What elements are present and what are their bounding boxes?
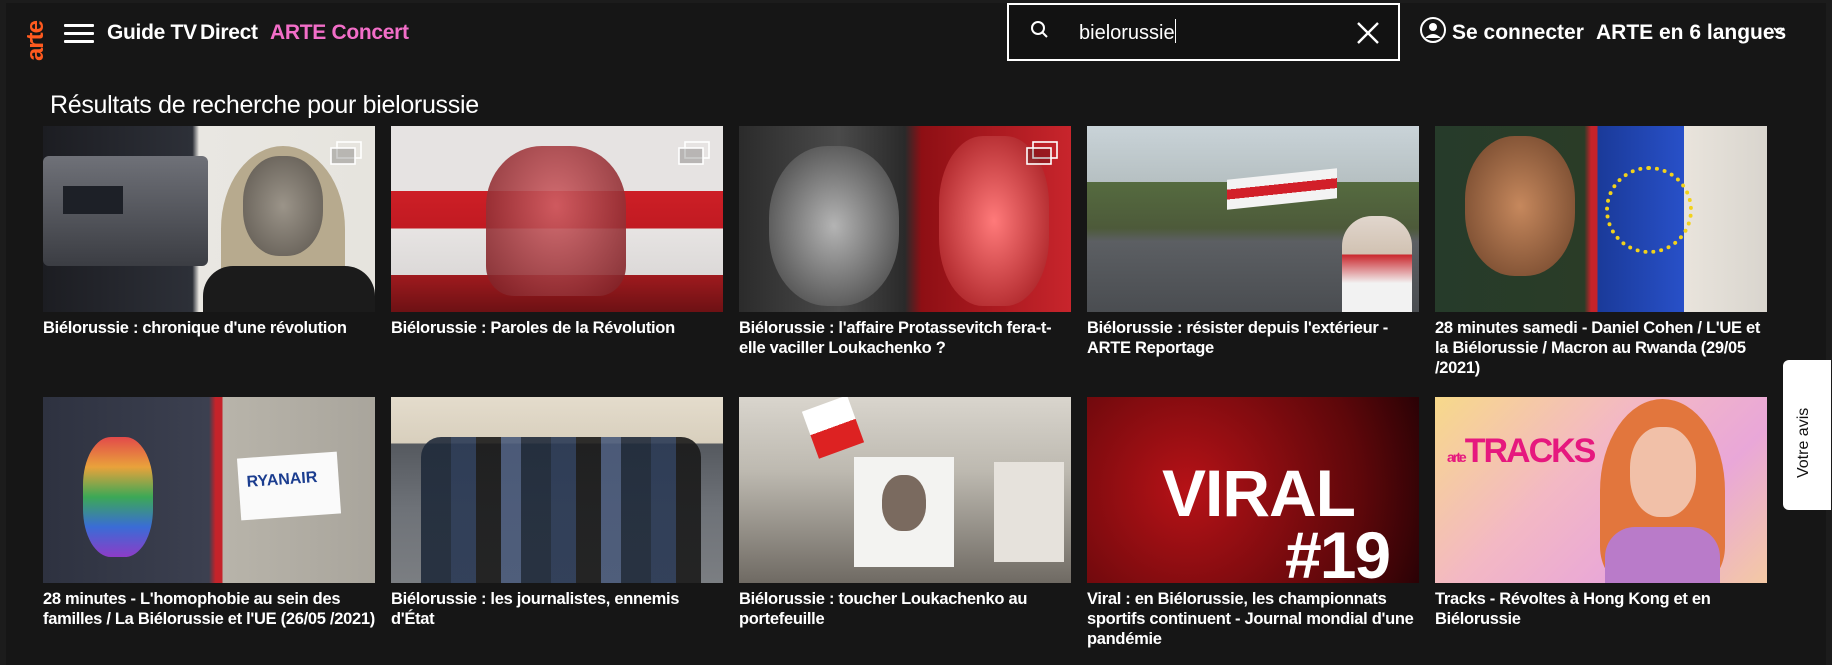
result-card[interactable]: RYANAIR 28 minutes - L'homophobie au sei… <box>43 397 375 629</box>
result-card[interactable]: Biélorussie : résister depuis l'extérieu… <box>1087 126 1419 358</box>
arte-logo[interactable]: arte <box>22 9 49 63</box>
card-thumbnail[interactable] <box>391 397 723 583</box>
feedback-tab[interactable]: Votre avis <box>1783 360 1831 510</box>
user-icon[interactable] <box>1419 16 1447 44</box>
card-thumbnail[interactable] <box>1087 126 1419 312</box>
card-title[interactable]: 28 minutes samedi - Daniel Cohen / L'UE … <box>1435 318 1767 378</box>
card-thumbnail[interactable]: VIRAL #19 <box>1087 397 1419 583</box>
thumbnail-text: RYANAIR <box>246 469 318 491</box>
card-thumbnail[interactable] <box>43 126 375 312</box>
menu-icon[interactable] <box>64 24 94 43</box>
language-selector[interactable]: ARTE en 6 langues <box>1596 21 1786 45</box>
card-thumbnail[interactable]: RYANAIR <box>43 397 375 583</box>
collection-icon <box>678 141 710 165</box>
nav-direct[interactable]: Direct <box>200 21 258 45</box>
result-card[interactable]: Biélorussie : chronique d'une révolution <box>43 126 375 338</box>
logo-text: arte <box>22 20 49 61</box>
collection-icon <box>330 141 362 165</box>
thumbnail-logo: arteTRACKS <box>1447 432 1596 470</box>
chevron-down-icon[interactable] <box>1772 25 1786 37</box>
card-thumbnail[interactable] <box>1435 126 1767 312</box>
result-card[interactable]: Biélorussie : Paroles de la Révolution <box>391 126 723 338</box>
card-thumbnail[interactable] <box>391 126 723 312</box>
arte-app: arte Guide TV Direct ARTE Concert Se con… <box>6 3 1826 665</box>
card-title[interactable]: Tracks - Révoltes à Hong Kong et en Biél… <box>1435 589 1767 629</box>
result-card[interactable]: Biélorussie : l'affaire Protassevitch fe… <box>739 126 1071 358</box>
card-thumbnail[interactable]: arteTRACKS <box>1435 397 1767 583</box>
thumbnail-text: #19 <box>1285 518 1391 583</box>
results-heading: Résultats de recherche pour bielorussie <box>50 91 479 119</box>
nav-guide-tv[interactable]: Guide TV <box>107 21 197 45</box>
search-box[interactable] <box>1007 3 1400 61</box>
nav-arte-concert[interactable]: ARTE Concert <box>270 21 409 45</box>
card-title[interactable]: Viral : en Biélorussie, les championnats… <box>1087 589 1419 649</box>
card-title[interactable]: 28 minutes - L'homophobie au sein des fa… <box>43 589 375 629</box>
result-card[interactable]: Biélorussie : toucher Loukachenko au por… <box>739 397 1071 629</box>
card-title[interactable]: Biélorussie : toucher Loukachenko au por… <box>739 589 1071 629</box>
close-icon[interactable] <box>1355 20 1381 46</box>
card-title[interactable]: Biélorussie : résister depuis l'extérieu… <box>1087 318 1419 358</box>
card-title[interactable]: Biélorussie : les journalistes, ennemis … <box>391 589 723 629</box>
card-title[interactable]: Biélorussie : l'affaire Protassevitch fe… <box>739 318 1071 358</box>
search-icon <box>1031 21 1048 38</box>
collection-icon <box>1026 141 1058 165</box>
card-title[interactable]: Biélorussie : Paroles de la Révolution <box>391 318 723 338</box>
result-card[interactable]: arteTRACKS Tracks - Révoltes à Hong Kong… <box>1435 397 1767 629</box>
feedback-label: Votre avis <box>1795 407 1812 478</box>
login-link[interactable]: Se connecter <box>1452 21 1584 45</box>
card-title[interactable]: Biélorussie : chronique d'une révolution <box>43 318 375 338</box>
result-card[interactable]: 28 minutes samedi - Daniel Cohen / L'UE … <box>1435 126 1767 378</box>
top-header: arte Guide TV Direct ARTE Concert Se con… <box>6 3 1826 63</box>
search-input[interactable] <box>1077 17 1351 49</box>
result-card[interactable]: Biélorussie : les journalistes, ennemis … <box>391 397 723 629</box>
result-card[interactable]: VIRAL #19 Viral : en Biélorussie, les ch… <box>1087 397 1419 649</box>
text-caret <box>1175 19 1176 43</box>
card-thumbnail[interactable] <box>739 397 1071 583</box>
card-thumbnail[interactable] <box>739 126 1071 312</box>
